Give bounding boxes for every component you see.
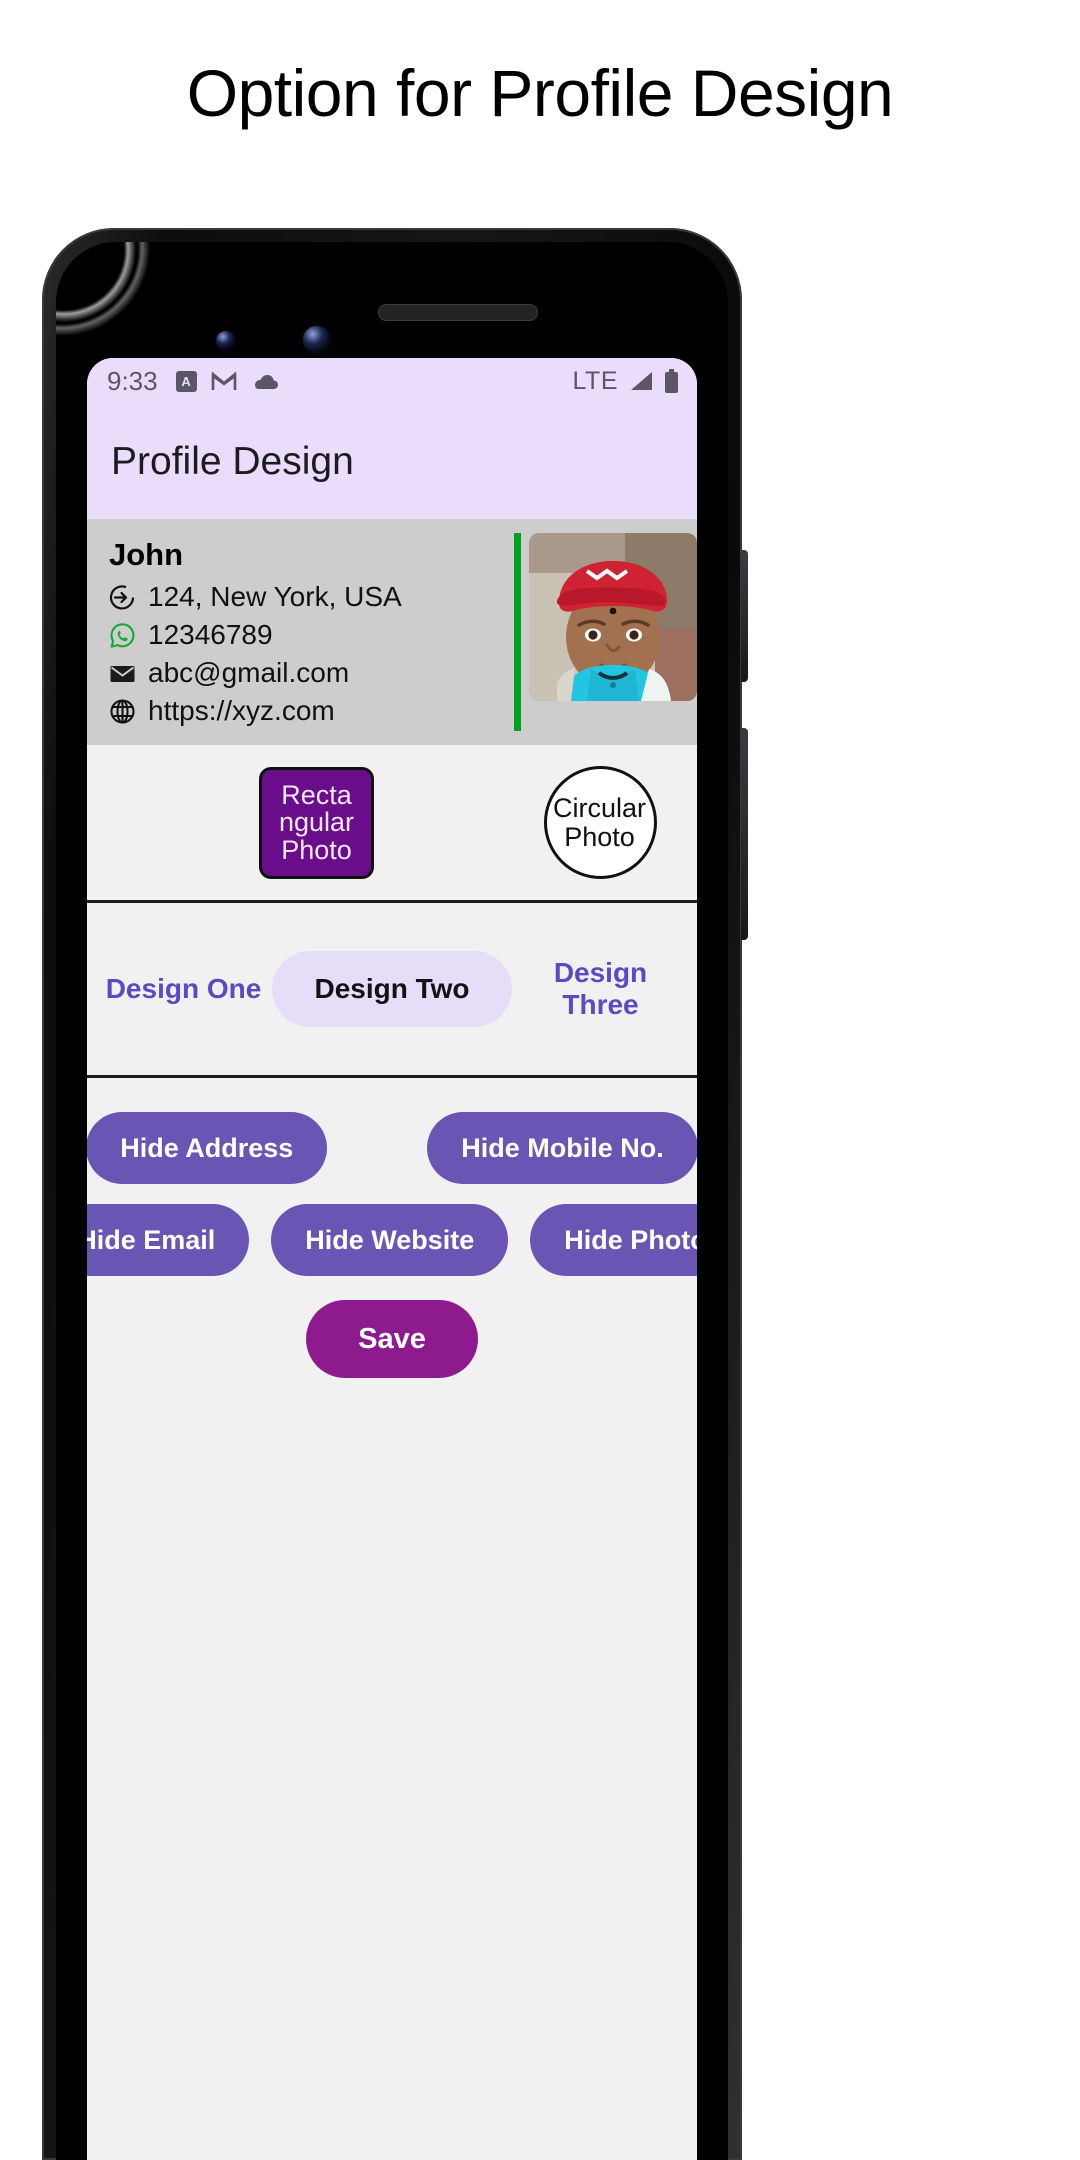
visibility-actions: Hide Address Hide Mobile No. Hide Email … <box>87 1078 697 1378</box>
circular-photo-label: Circular Photo <box>552 793 646 852</box>
hide-email-button[interactable]: Hide Email <box>87 1204 250 1276</box>
app-bar: Profile Design <box>87 404 697 519</box>
earpiece-speaker <box>378 304 538 321</box>
profile-address-text: 124, New York, USA <box>148 581 402 612</box>
status-time: 9:33 <box>107 365 158 396</box>
website-globe-icon <box>109 698 136 725</box>
app-bar-title: Profile Design <box>111 439 354 483</box>
power-button[interactable] <box>741 550 748 682</box>
tab-design-two[interactable]: Design Two <box>272 951 512 1027</box>
volume-button[interactable] <box>741 728 748 940</box>
front-camera-icon <box>216 331 235 350</box>
profile-name: John <box>109 537 184 572</box>
profile-address-row: 124, New York, USA <box>109 579 514 615</box>
profile-card: John 124, New York, USA 12346789 abc@gma… <box>87 519 697 745</box>
network-type-label: LTE <box>572 366 618 395</box>
rectangular-photo-button[interactable]: Recta ngular Photo <box>259 767 374 879</box>
save-button[interactable]: Save <box>306 1300 478 1378</box>
accent-divider <box>514 533 521 731</box>
whatsapp-icon <box>109 622 136 649</box>
tab-design-one[interactable]: Design One <box>95 951 272 1027</box>
profile-photo-area <box>514 533 697 731</box>
action-row-one: Hide Address Hide Mobile No. <box>87 1112 697 1184</box>
battery-icon <box>665 369 678 393</box>
front-camera-secondary-icon <box>303 326 330 353</box>
circular-photo-button[interactable]: Circular Photo <box>544 766 657 879</box>
design-tabs: Design One Design Two Design Three <box>87 903 697 1078</box>
address-arrow-icon <box>109 584 136 611</box>
status-system-icons: LTE <box>573 367 680 396</box>
hide-photo-button[interactable]: Hide Photo <box>530 1204 697 1276</box>
profile-email-text: abc@gmail.com <box>148 657 350 688</box>
profile-website-row: https://xyz.com <box>109 693 514 729</box>
signal-icon <box>631 372 652 390</box>
profile-phone-text: 12346789 <box>148 619 273 650</box>
hide-address-button[interactable]: Hide Address <box>87 1112 328 1184</box>
profile-details: John 124, New York, USA 12346789 abc@gma… <box>109 533 514 731</box>
app-badge-icon: A <box>175 370 197 392</box>
hide-website-button[interactable]: Hide Website <box>271 1204 509 1276</box>
email-icon <box>109 660 136 687</box>
gmail-icon <box>211 370 236 390</box>
photo-shape-selector: Recta ngular Photo Circular Photo <box>87 745 697 903</box>
status-bar: 9:33 A LTE <box>87 358 697 404</box>
phone-mockup: 9:33 A LTE Profile Design John 124, New … <box>42 228 748 2160</box>
profile-phone-row: 12346789 <box>109 617 514 653</box>
save-row: Save <box>87 1300 697 1378</box>
phone-screen: 9:33 A LTE Profile Design John 124, New … <box>87 358 697 2160</box>
hide-mobile-button[interactable]: Hide Mobile No. <box>427 1112 697 1184</box>
cloud-icon <box>254 374 278 389</box>
tab-design-three[interactable]: Design Three <box>512 935 689 1043</box>
profile-email-row: abc@gmail.com <box>109 655 514 691</box>
action-row-two: Hide Email Hide Website Hide Photo <box>87 1204 697 1276</box>
phone-bezel: 9:33 A LTE Profile Design John 124, New … <box>56 242 728 2160</box>
status-notification-icons: A <box>175 370 279 392</box>
page-title: Option for Profile Design <box>186 56 894 130</box>
profile-website-text: https://xyz.com <box>148 695 335 726</box>
avatar <box>529 533 697 701</box>
